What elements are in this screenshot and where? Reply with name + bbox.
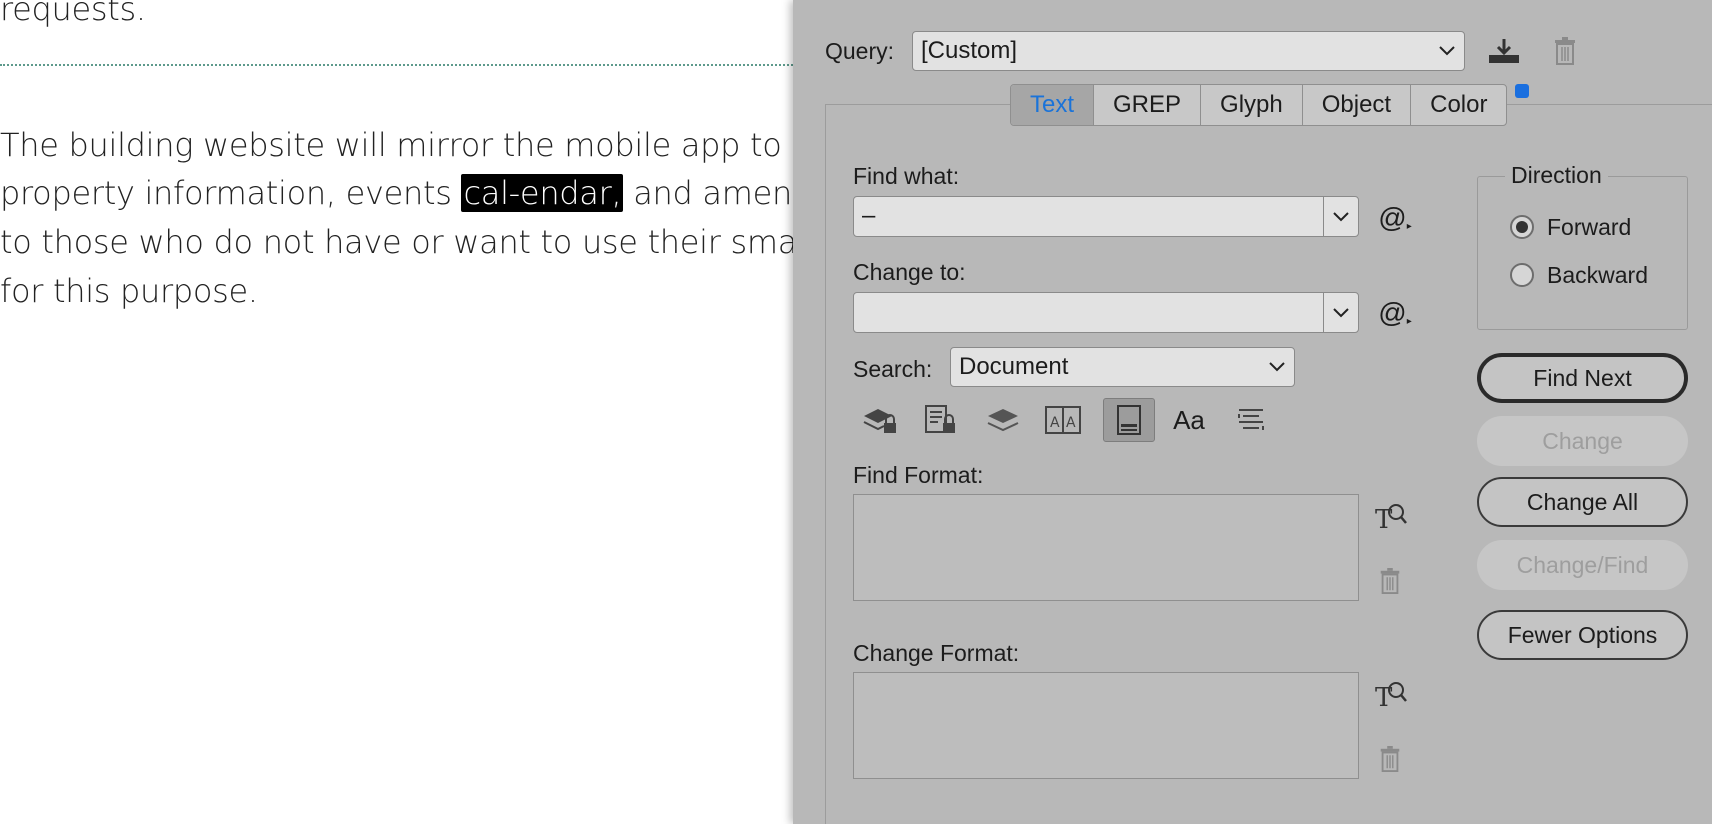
tab-text[interactable]: Text <box>1011 85 1095 125</box>
query-label: Query: <box>825 38 895 64</box>
special-characters-change-icon[interactable]: @ ▸ <box>1373 295 1417 331</box>
special-characters-find-icon[interactable]: @ ▸ <box>1373 200 1417 236</box>
fewer-options-button[interactable]: Fewer Options <box>1477 610 1688 660</box>
find-what-field[interactable]: – <box>853 196 1359 237</box>
change-to-field[interactable] <box>853 292 1359 333</box>
whole-word-icon[interactable] <box>1231 400 1271 440</box>
radio-forward[interactable] <box>1510 215 1534 239</box>
chevron-down-icon <box>1260 348 1294 386</box>
query-dropdown[interactable]: [Custom] <box>912 31 1465 71</box>
find-format-box[interactable] <box>853 494 1359 601</box>
svg-text:A: A <box>1066 415 1076 431</box>
find-what-value: – <box>862 202 876 229</box>
color-tab-badge <box>1515 84 1529 98</box>
change-find-button[interactable]: Change/Find <box>1477 540 1688 590</box>
doc-line-2: The building website will mirror the mob… <box>0 126 793 164</box>
backward-label[interactable]: Backward <box>1547 262 1648 289</box>
clear-change-format-icon[interactable] <box>1373 742 1407 776</box>
search-label: Search: <box>853 356 933 382</box>
mode-tabs: Text GREP Glyph Object Color <box>1010 84 1508 126</box>
tab-object[interactable]: Object <box>1303 85 1412 125</box>
search-scope-dropdown[interactable]: Document <box>950 347 1295 387</box>
save-query-icon[interactable] <box>1485 34 1523 68</box>
column-separator <box>0 64 793 66</box>
doc-line-5: for this purpose. <box>0 272 258 310</box>
find-what-label: Find what: <box>853 163 960 189</box>
doc-line-4: to those who do not have or want to use … <box>0 223 793 261</box>
tab-color[interactable]: Color <box>1411 85 1506 125</box>
doc-line-3: property information, events cal-endar, … <box>0 174 793 212</box>
case-sensitive-icon[interactable]: Aa <box>1169 400 1209 440</box>
at-sign-icon: @ <box>1378 297 1407 328</box>
direction-group <box>1477 176 1688 330</box>
specify-change-format-icon[interactable]: T <box>1371 676 1411 712</box>
include-locked-layers-icon[interactable] <box>860 400 900 440</box>
delete-query-icon[interactable] <box>1549 34 1581 68</box>
chevron-down-icon[interactable] <box>1323 293 1358 332</box>
doc-line-3a: property information, events <box>0 174 462 212</box>
include-footnotes-icon[interactable] <box>1103 398 1155 442</box>
change-to-label: Change to: <box>853 259 966 285</box>
tab-glyph[interactable]: Glyph <box>1201 85 1303 125</box>
doc-line-1: requests. <box>0 0 146 28</box>
find-next-button[interactable]: Find Next <box>1477 353 1688 403</box>
forward-label[interactable]: Forward <box>1547 214 1631 241</box>
search-scope-value: Document <box>959 353 1069 380</box>
include-hidden-layers-icon[interactable] <box>983 400 1023 440</box>
change-all-button[interactable]: Change All <box>1477 477 1688 527</box>
direction-title: Direction <box>1505 162 1608 189</box>
query-value: [Custom] <box>921 37 1018 64</box>
tab-grep[interactable]: GREP <box>1094 85 1202 125</box>
at-sign-icon: @ <box>1378 202 1407 233</box>
svg-text:A: A <box>1050 415 1060 431</box>
change-format-label: Change Format: <box>853 640 1020 666</box>
document-canvas[interactable]: requests. The building website will mirr… <box>0 0 793 824</box>
clear-find-format-icon[interactable] <box>1373 564 1407 598</box>
change-button[interactable]: Change <box>1477 416 1688 466</box>
radio-backward[interactable] <box>1510 263 1534 287</box>
chevron-down-icon <box>1430 32 1464 70</box>
specify-find-format-icon[interactable]: T <box>1371 498 1411 534</box>
doc-line-3b: and amenity a <box>633 174 793 212</box>
chevron-down-icon[interactable] <box>1323 197 1358 236</box>
find-change-dialog: Query: [Custom] Text GREP Glyph Object C… <box>793 0 1712 824</box>
include-locked-stories-icon[interactable] <box>921 400 961 440</box>
selected-text[interactable]: cal-endar, <box>461 174 624 212</box>
include-master-pages-icon[interactable]: AA <box>1043 400 1083 440</box>
find-format-label: Find Format: <box>853 462 984 488</box>
change-format-box[interactable] <box>853 672 1359 779</box>
